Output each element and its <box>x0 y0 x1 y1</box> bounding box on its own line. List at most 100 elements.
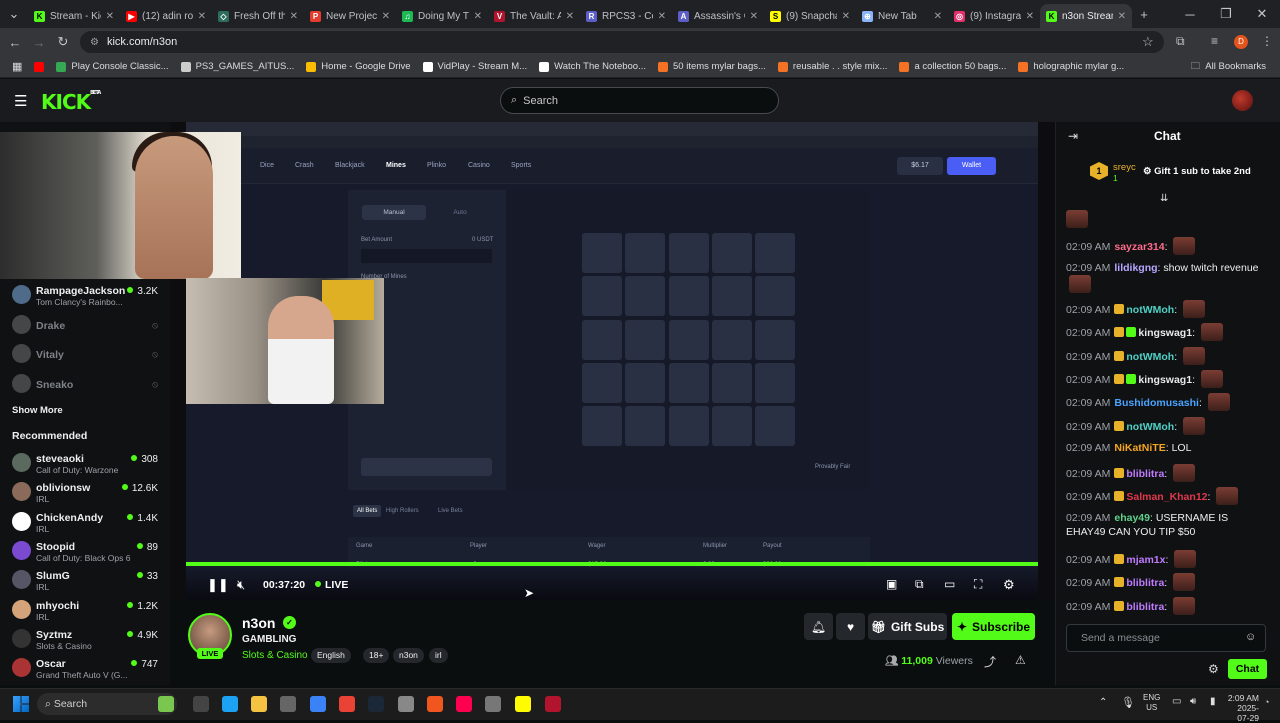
profile-avatar[interactable]: D <box>1234 35 1248 49</box>
brave-icon[interactable] <box>427 696 443 712</box>
all-bookmarks[interactable]: 🗀 All Bookmarks <box>1185 59 1280 75</box>
recommended-channel[interactable]: oblivionsw IRL 12.6K <box>0 478 170 507</box>
battery-icon[interactable]: ▮ <box>1210 696 1216 707</box>
bookmark-item[interactable]: PS3_GAMES_AITUS... <box>175 61 301 72</box>
gift-subs-button[interactable]: 🎁︎ Gift Subs <box>868 613 947 640</box>
terminal-icon[interactable] <box>193 696 209 712</box>
tab-close-icon[interactable]: ✕ <box>290 11 298 22</box>
bookmark-item[interactable]: VidPlay - Stream M... <box>417 61 534 72</box>
sidebar-channel[interactable]: RampageJackson Tom Clancy's Rainbo... 3.2K <box>0 281 170 310</box>
chat-username[interactable]: Bushidomusashi <box>1114 397 1199 409</box>
extensions-icon[interactable]: ⧉ <box>1176 34 1185 49</box>
new-tab-button[interactable]: + <box>1132 2 1156 26</box>
browser-tab[interactable]: ♫ Doing My Th... ✕ <box>396 4 488 28</box>
chat-input[interactable]: Send a message <box>1066 624 1266 652</box>
recommended-channel[interactable]: Stoopid Call of Duty: Black Ops 6 89 <box>0 537 170 566</box>
chat-username[interactable]: kingswag1 <box>1138 327 1192 339</box>
browser-tab[interactable]: ◎ (9) Instagram ✕ <box>948 4 1040 28</box>
share-icon[interactable]: ⤴ <box>984 653 996 670</box>
file-explorer-icon[interactable] <box>251 696 267 712</box>
microphone-icon[interactable]: 🎙︎ <box>1121 696 1135 709</box>
bookmark-item[interactable]: 50 items mylar bags... <box>652 61 772 72</box>
browser-tab[interactable]: ⊕ New Tab ✕ <box>856 4 948 28</box>
browser-tab[interactable]: ▶ (12) adin ross ✕ <box>120 4 212 28</box>
chat-username[interactable]: Salman_Khan12 <box>1126 491 1207 503</box>
chat-username[interactable]: bliblitra <box>1126 577 1164 589</box>
media-icon[interactable]: ≡ <box>1211 34 1218 48</box>
report-icon[interactable]: ⚠ <box>1015 653 1026 667</box>
browser-tab[interactable]: P New Project ✕ <box>304 4 396 28</box>
tab-search-icon[interactable]: ⌄ <box>0 2 28 26</box>
bookmark-item[interactable]: Play Console Classic... <box>50 61 174 72</box>
chat-send-button[interactable]: Chat <box>1228 659 1267 679</box>
pinned-gift-bar[interactable]: 1 sreyc 1 ⚙ Gift 1 sub to take 2nd <box>1086 160 1256 184</box>
site-info-icon[interactable]: ⚙ <box>90 37 99 48</box>
chat-username[interactable]: mjam1x <box>1126 554 1165 566</box>
browser-tab[interactable]: A Assassin's C... ✕ <box>672 4 764 28</box>
follow-heart-icon[interactable]: ♥ <box>836 613 865 640</box>
stream-tag[interactable]: n3on <box>393 648 424 663</box>
minimize-icon[interactable]: ─ <box>1172 2 1208 26</box>
tab-close-icon[interactable]: ✕ <box>842 11 850 22</box>
sidebar-channel[interactable]: Sneako ⦸ <box>0 370 170 399</box>
chat-username[interactable]: ehay49 <box>1114 512 1150 524</box>
tab-close-icon[interactable]: ✕ <box>750 11 758 22</box>
muted-volume-icon[interactable]: 🔇︎ <box>237 577 245 593</box>
chat-username[interactable]: bliblitra <box>1126 601 1164 613</box>
bookmark-item[interactable]: Home - Google Drive <box>300 61 416 72</box>
tab-close-icon[interactable]: ✕ <box>474 11 482 22</box>
browser-tab[interactable]: V The Vault: A... ✕ <box>488 4 580 28</box>
browser-tab[interactable]: S (9) Snapchat ✕ <box>764 4 856 28</box>
taskbar-search[interactable]: ⌕ Search <box>37 693 177 715</box>
kick-logo[interactable]: KICKBETA <box>41 90 101 114</box>
tab-close-icon[interactable]: ✕ <box>198 11 206 22</box>
reload-icon[interactable]: ↻ <box>51 30 75 54</box>
stream-tag[interactable]: 18+ <box>363 648 390 663</box>
edge-icon[interactable] <box>222 696 238 712</box>
tab-close-icon[interactable]: ✕ <box>106 11 114 22</box>
chat-username[interactable]: lildikgng <box>1114 262 1157 274</box>
youtube-icon[interactable] <box>28 61 50 72</box>
chat-username[interactable]: bliblitra <box>1126 468 1164 480</box>
hamburger-menu-icon[interactable]: ☰ <box>14 92 27 110</box>
forward-icon[interactable]: → <box>27 30 51 54</box>
stream-tag[interactable]: irl <box>429 648 448 663</box>
notification-center-icon[interactable]: ◔ <box>1264 697 1269 707</box>
close-window-icon[interactable]: ✕ <box>1244 2 1280 26</box>
tiktok-icon[interactable] <box>456 696 472 712</box>
back-icon[interactable]: ← <box>3 30 27 54</box>
chat-username[interactable]: kingswag1 <box>1138 374 1192 386</box>
browser-tab[interactable]: ◇ Fresh Off the... ✕ <box>212 4 304 28</box>
show-more-link[interactable]: Show More <box>12 405 63 416</box>
emoji-icon[interactable]: ☺ <box>1245 631 1256 643</box>
tab-close-icon[interactable]: ✕ <box>658 11 666 22</box>
theater-mode-icon[interactable]: ▭ <box>944 577 955 591</box>
steam-icon[interactable] <box>368 696 384 712</box>
clip-icon[interactable]: ⧉ <box>915 577 924 592</box>
fullscreen-icon[interactable]: ⛶ <box>974 577 982 592</box>
chat-username[interactable]: notWMoh <box>1126 421 1174 433</box>
browser-tab[interactable]: Kn3on Stream ✕ <box>1040 4 1132 28</box>
recommended-channel[interactable]: mhyochi IRL 1.2K <box>0 596 170 625</box>
camera-icon[interactable] <box>280 696 296 712</box>
github-desktop-icon[interactable] <box>398 696 414 712</box>
chat-username[interactable]: sayzar314 <box>1114 241 1164 253</box>
chat-scroll-icon[interactable]: ⇊ <box>1160 193 1168 204</box>
tab-close-icon[interactable]: ✕ <box>934 11 942 22</box>
kick-search-input[interactable]: ⌕ Search <box>500 87 779 114</box>
recommended-channel[interactable]: steveaoki Call of Duty: Warzone 308 <box>0 449 170 478</box>
tab-close-icon[interactable]: ✕ <box>382 11 390 22</box>
recommended-channel[interactable]: ChickenAndy IRL 1.4K <box>0 508 170 537</box>
tab-close-icon[interactable]: ✕ <box>566 11 574 22</box>
user-avatar[interactable] <box>1232 90 1253 111</box>
snapchat-icon[interactable] <box>515 696 531 712</box>
chat-settings-icon[interactable]: ⚙ <box>1208 662 1219 676</box>
chat-username[interactable]: NiKatNiTE <box>1114 442 1165 454</box>
recommended-channel[interactable]: Syztmz Slots & Casino 4.9K <box>0 625 170 654</box>
widgets-icon[interactable] <box>158 696 174 712</box>
settings-app-icon[interactable] <box>485 696 501 712</box>
restore-icon[interactable]: ❐ <box>1208 2 1244 26</box>
apps-icon[interactable]: ▦ <box>0 60 28 73</box>
rpcs3-icon[interactable] <box>545 696 561 712</box>
sidebar-channel[interactable]: Vitaly ⦸ <box>0 340 170 369</box>
